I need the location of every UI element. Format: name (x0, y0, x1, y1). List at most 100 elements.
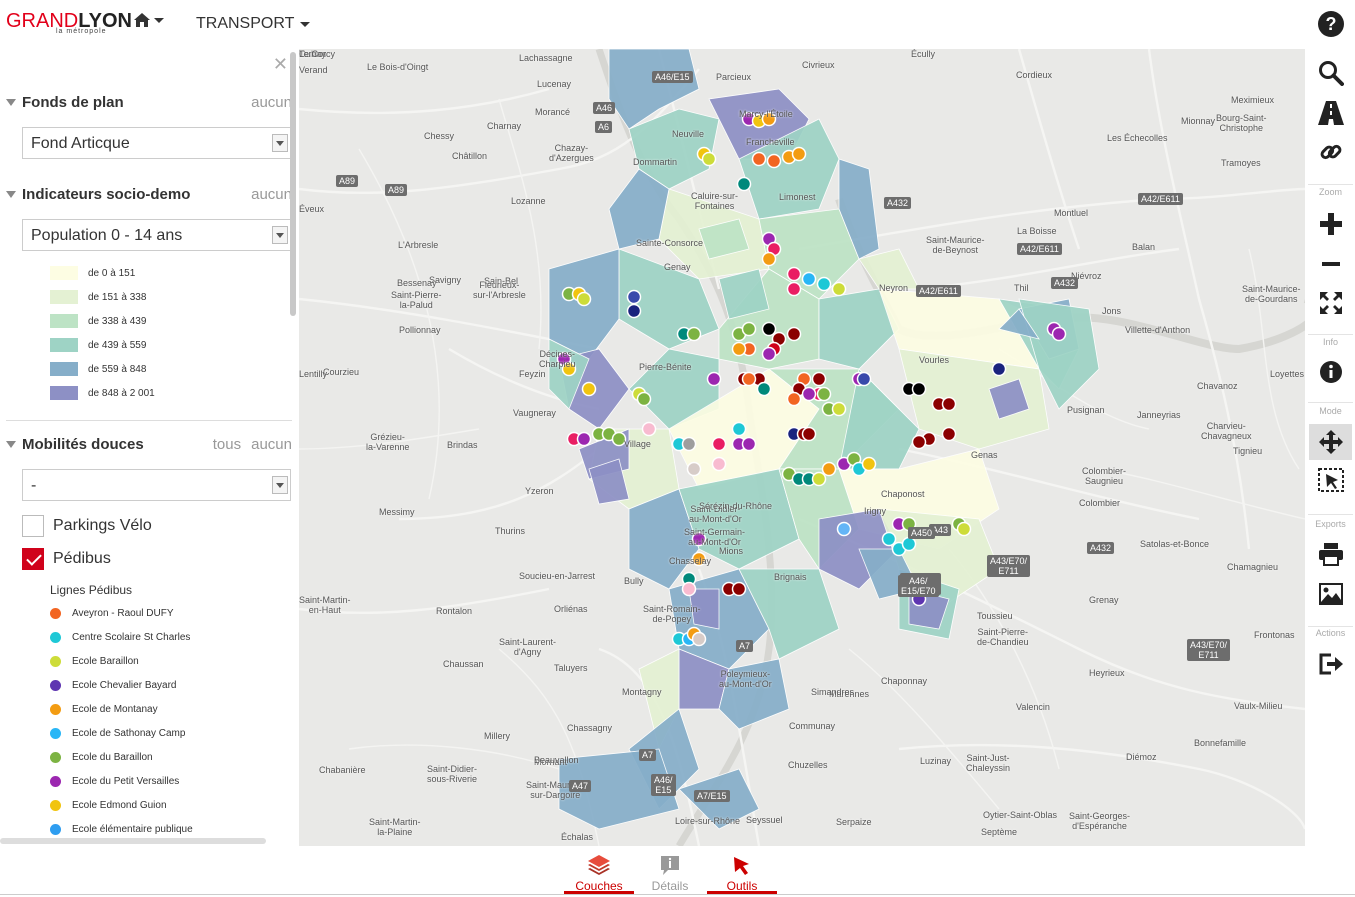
logout-button[interactable] (1309, 646, 1352, 682)
place-label: Saint-Martin- la-Plaine (369, 817, 421, 837)
collapse-triangle-icon[interactable] (6, 99, 16, 106)
none-link[interactable]: aucun (251, 94, 292, 111)
mobility-select[interactable]: - (22, 469, 291, 501)
section-fonds-de-plan[interactable]: Fonds de plan aucun (6, 94, 292, 111)
legend-class: de 151 à 338 (50, 290, 146, 304)
pedibus-line-item[interactable]: Ecole de Sathonay Camp (50, 728, 185, 739)
road-shield: A450 (908, 527, 936, 539)
fullscreen-button[interactable] (1309, 285, 1352, 321)
print-button[interactable] (1309, 536, 1352, 572)
none-link[interactable]: aucun (251, 436, 292, 453)
place-label: Neyron (879, 283, 909, 293)
place-label: Genay (664, 262, 691, 272)
place-label: Charvieu- Chavagneux (1201, 421, 1252, 441)
pedibus-stop-point (741, 371, 757, 387)
section-mobilites[interactable]: Mobilités douces tous aucun (6, 436, 292, 453)
section-indicateurs[interactable]: Indicateurs socio-demo aucun (6, 186, 292, 203)
place-label: Frontonas (1254, 630, 1295, 640)
section-title: Fonds de plan (22, 94, 124, 111)
pedibus-line-item[interactable]: Ecole Chevalier Bayard (50, 680, 177, 691)
place-label: Charnay (487, 121, 522, 131)
info-button[interactable] (1309, 354, 1352, 390)
pedibus-line-item[interactable]: Ecole du Petit Versailles (50, 776, 179, 787)
place-label: Rontalon (436, 606, 473, 616)
checkbox-checked[interactable] (22, 548, 44, 570)
place-label: Saint-Maurice- de-Gourdans (1242, 284, 1301, 304)
indicator-select[interactable]: Population 0 - 14 ans (22, 219, 291, 251)
pedibus-stop-point (1051, 326, 1067, 342)
place-label: Thurins (495, 526, 526, 536)
theme-menu-label: TRANSPORT (196, 15, 295, 32)
pedibus-stop-point (801, 426, 817, 442)
pedibus-line-item[interactable]: Centre Scolaire St Charles (50, 632, 190, 643)
all-link[interactable]: tous (213, 436, 241, 453)
map-view[interactable]: Lachassagne Le Bois-d'Oingt Verand Lucenay M… (299, 49, 1305, 846)
place-label: Thil (1014, 283, 1029, 293)
collapse-triangle-icon[interactable] (6, 441, 16, 448)
place-label: Genas (971, 450, 998, 460)
pedibus-stop-point (811, 371, 827, 387)
pan-mode-button[interactable] (1309, 424, 1352, 460)
tab-couches[interactable]: Couches (564, 852, 634, 894)
pedibus-line-item[interactable]: Aveyron - Raoul DUFY (50, 608, 174, 619)
line-label: Ecole Chevalier Bayard (72, 680, 177, 691)
select-mode-button[interactable] (1309, 463, 1352, 499)
search-button[interactable] (1309, 55, 1352, 91)
checkbox[interactable] (22, 515, 44, 537)
zoom-in-button[interactable] (1309, 206, 1352, 242)
export-image-button[interactable] (1309, 576, 1352, 612)
permalink-button[interactable] (1309, 134, 1352, 170)
info-group-label: Info (1322, 337, 1338, 347)
place-label: Colombier (1079, 498, 1121, 508)
road-shield: A7 (736, 640, 754, 652)
road-shield: A46/ E15/E70 (898, 575, 939, 597)
pedibus-line-item[interactable]: Ecole Edmond Guion (50, 800, 167, 811)
place-label: Balan (1132, 242, 1156, 252)
basemap-select[interactable]: Fond Articque (22, 127, 291, 159)
theme-menu-button[interactable]: TRANSPORT (196, 15, 311, 33)
legend-label: de 0 à 151 (88, 267, 136, 279)
checkbox-parkings-velo[interactable]: Parkings Vélo (22, 515, 152, 537)
pedibus-stop-point (581, 381, 597, 397)
road-shield: A43/E70/ E711 (987, 555, 1031, 577)
tab-outils[interactable]: Outils (707, 852, 777, 894)
legend-label: de 439 à 559 (88, 339, 147, 351)
none-link[interactable]: aucun (251, 186, 292, 203)
place-label: Bonnefamille (1194, 738, 1247, 748)
place-label: Saint-Martin- en-Haut (299, 595, 351, 615)
place-label: Taluyers (554, 663, 588, 673)
pedibus-line-item[interactable]: Ecole Baraillon (50, 656, 139, 667)
home-menu-button[interactable] (133, 12, 164, 28)
help-button[interactable]: ? (1309, 6, 1352, 42)
road-shield: A46 (593, 102, 616, 114)
place-label: Éveux (299, 204, 325, 214)
select-value: - (31, 477, 37, 494)
place-label: Diémoz (1126, 752, 1157, 762)
zoom-out-button[interactable] (1309, 246, 1352, 282)
tab-details[interactable]: Détails (635, 852, 705, 894)
bottom-border (0, 894, 1355, 895)
bottom-tabs: Couches Détails Outils (0, 846, 1355, 897)
panel-scrollbar-vertical[interactable] (290, 52, 296, 316)
checkbox-pedibus[interactable]: Pédibus (22, 548, 111, 570)
pedibus-stop-point (856, 371, 872, 387)
route-button[interactable] (1309, 95, 1352, 131)
dropdown-arrow-icon (272, 226, 288, 244)
tab-label: Détails (651, 879, 689, 893)
pedibus-stop-point (691, 631, 707, 647)
close-icon[interactable]: ✕ (273, 54, 288, 75)
line-color-dot (50, 824, 61, 835)
place-label: Loyettes (1270, 369, 1305, 379)
line-label: Ecole du Petit Versailles (72, 776, 180, 787)
panel-scrollbar-horizontal[interactable] (0, 838, 266, 844)
pedibus-line-item[interactable]: Ecole de Montanay (50, 704, 158, 715)
pedibus-line-item[interactable]: Ecole du Baraillon (50, 752, 153, 763)
grandlyon-logo[interactable]: GRANDLYON la métropole (6, 10, 132, 35)
place-label: Yzeron (525, 486, 554, 496)
pedibus-stop-point (831, 281, 847, 297)
collapse-triangle-icon[interactable] (6, 191, 16, 198)
info-icon (1319, 361, 1342, 383)
place-label: Simandres (811, 687, 855, 697)
pedibus-line-item[interactable]: Ecole élémentaire publique (50, 824, 193, 835)
legend-swatch (50, 338, 78, 352)
